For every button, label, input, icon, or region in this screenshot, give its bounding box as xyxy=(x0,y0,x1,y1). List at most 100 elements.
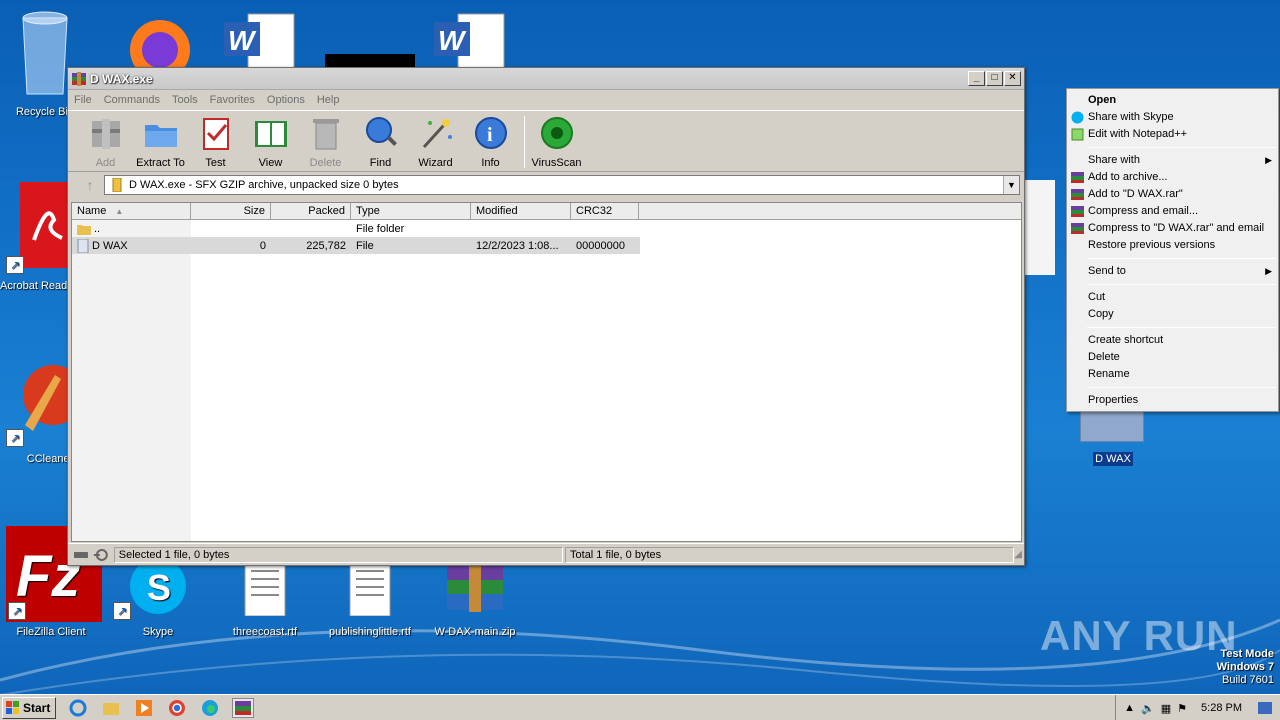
column-size[interactable]: Size xyxy=(191,203,271,219)
clock[interactable]: 5:28 PM xyxy=(1201,702,1242,714)
show-desktop-icon[interactable] xyxy=(1258,702,1272,714)
show-hidden-icons-icon[interactable]: ▲ xyxy=(1124,702,1135,714)
menu-item-delete[interactable]: Delete xyxy=(1067,349,1278,366)
notepadpp-icon xyxy=(1071,128,1084,141)
row-crc-cell: 00000000 xyxy=(576,239,625,252)
edge-icon[interactable] xyxy=(199,698,221,718)
menu-item-restore-previous[interactable]: Restore previous versions xyxy=(1067,237,1278,254)
row-name-cell: .. xyxy=(72,223,191,235)
column-crc32[interactable]: CRC32 xyxy=(571,203,639,219)
menu-item-rename[interactable]: Rename xyxy=(1067,366,1278,383)
menu-item-add-to-archive[interactable]: Add to archive... xyxy=(1067,169,1278,186)
extract-to-label: Extract To xyxy=(136,157,185,169)
menu-item-send-to[interactable]: Send to ▶ xyxy=(1067,263,1278,280)
test-button[interactable]: Test xyxy=(188,111,243,169)
delete-button[interactable]: Delete xyxy=(298,111,353,169)
menu-separator xyxy=(1087,327,1276,328)
title-bar[interactable]: D WAX.exe _ □ ✕ xyxy=(68,68,1024,90)
menu-item-share-with[interactable]: Share with ▶ xyxy=(1067,152,1278,169)
desktop-icon-label: D WAX xyxy=(1093,452,1133,466)
svg-text:S: S xyxy=(147,567,171,608)
up-folder-button[interactable]: ↑ xyxy=(76,177,104,193)
winrar-icon xyxy=(1071,206,1084,217)
address-bar: ↑ D WAX.exe - SFX GZIP archive, unpacked… xyxy=(68,172,1024,198)
minimize-button[interactable]: _ xyxy=(968,71,985,86)
shortcut-arrow-icon: ↗ xyxy=(8,602,26,620)
menu-options[interactable]: Options xyxy=(267,94,305,106)
view-button[interactable]: View xyxy=(243,111,298,169)
menu-item-open[interactable]: Open xyxy=(1067,92,1278,109)
sort-ascending-icon: ▲ xyxy=(115,207,124,216)
menu-item-cut[interactable]: Cut xyxy=(1067,289,1278,306)
start-button[interactable]: Start xyxy=(2,696,56,719)
table-row[interactable]: .. File folder xyxy=(72,220,1021,237)
action-center-flag-icon[interactable]: ⚑ xyxy=(1177,702,1187,715)
wizard-icon xyxy=(422,119,452,149)
menu-item-properties[interactable]: Properties xyxy=(1067,392,1278,409)
menu-separator xyxy=(1087,387,1276,388)
desktop-icon-label: FileZilla Client xyxy=(16,626,86,638)
address-field[interactable]: D WAX.exe - SFX GZIP archive, unpacked s… xyxy=(104,175,1020,195)
desktop-icon-skype[interactable]: S ↗ Skype xyxy=(113,556,203,638)
column-type[interactable]: Type xyxy=(351,203,471,219)
internet-explorer-icon[interactable] xyxy=(67,698,89,718)
address-dropdown-button[interactable]: ▼ xyxy=(1003,176,1019,194)
desktop-icon-publishinglittle[interactable]: publishinglittle.rtf xyxy=(325,559,415,638)
file-icon xyxy=(1080,410,1144,442)
extract-to-button[interactable]: Extract To xyxy=(133,111,188,169)
desktop-icon-label: W-DAX-main.zip xyxy=(434,626,516,638)
status-total: Total 1 file, 0 bytes xyxy=(565,546,1015,563)
test-label: Test xyxy=(205,157,226,169)
desktop-icon-wdax-zip[interactable]: W-DAX-main.zip xyxy=(430,560,520,638)
network-icon[interactable]: ▦ xyxy=(1161,702,1171,715)
winrar-app-icon xyxy=(72,71,86,86)
recycle-bin-icon xyxy=(22,11,68,95)
menu-help[interactable]: Help xyxy=(317,94,340,106)
add-button[interactable]: Add xyxy=(78,111,133,169)
column-packed[interactable]: Packed xyxy=(271,203,351,219)
virusscan-button[interactable]: VirusScan xyxy=(529,111,584,169)
close-button[interactable]: ✕ xyxy=(1004,71,1021,86)
column-modified[interactable]: Modified xyxy=(471,203,571,219)
maximize-button[interactable]: □ xyxy=(986,71,1003,86)
menu-item-edit-notepadpp[interactable]: Edit with Notepad++ xyxy=(1067,126,1278,143)
word-icon[interactable]: W xyxy=(432,12,508,68)
menu-favorites[interactable]: Favorites xyxy=(210,94,255,106)
firefox-icon[interactable] xyxy=(116,10,204,70)
anyrun-watermark: ANY RUN xyxy=(1040,612,1238,659)
toolbar-separator xyxy=(524,116,525,168)
test-mode-text: Test Mode xyxy=(1220,648,1274,660)
menu-file[interactable]: File xyxy=(74,94,92,106)
menu-item-add-to-rar[interactable]: Add to "D WAX.rar" xyxy=(1067,186,1278,203)
winrar-taskbar-icon[interactable] xyxy=(232,697,254,718)
media-player-icon[interactable] xyxy=(133,698,155,718)
menu-item-compress-rar-email[interactable]: Compress to "D WAX.rar" and email xyxy=(1067,220,1278,237)
menu-commands[interactable]: Commands xyxy=(104,94,160,106)
find-icon xyxy=(365,117,397,146)
info-button[interactable]: i Info xyxy=(463,111,518,169)
find-button[interactable]: Find xyxy=(353,111,408,169)
chrome-icon[interactable] xyxy=(166,698,188,718)
word-icon[interactable]: W xyxy=(222,12,298,68)
delete-label: Delete xyxy=(309,157,342,169)
desktop-icon-threecoast[interactable]: threecoast.rtf xyxy=(220,559,310,638)
menu-tools[interactable]: Tools xyxy=(172,94,198,106)
menu-separator xyxy=(1087,258,1276,259)
add-label: Add xyxy=(95,157,116,169)
file-icon xyxy=(77,238,89,253)
menu-item-create-shortcut[interactable]: Create shortcut xyxy=(1067,332,1278,349)
desktop-icon-d-wax[interactable]: D WAX xyxy=(1075,410,1151,466)
explorer-icon[interactable] xyxy=(100,698,122,718)
resize-grip-icon[interactable]: ◢ xyxy=(1014,549,1022,560)
menu-item-compress-email[interactable]: Compress and email... xyxy=(1067,203,1278,220)
submenu-arrow-icon: ▶ xyxy=(1265,155,1272,165)
row-type-cell: File xyxy=(356,239,374,252)
menu-item-copy[interactable]: Copy xyxy=(1067,306,1278,323)
column-name[interactable]: Name ▲ xyxy=(72,203,191,219)
wizard-button[interactable]: Wizard xyxy=(408,111,463,169)
table-row[interactable]: D WAX 0 225,782 File 12/2/2023 1:08... 0… xyxy=(72,237,640,254)
volume-icon[interactable]: 🔈 xyxy=(1141,702,1155,715)
wizard-label: Wizard xyxy=(418,157,453,169)
winrar-archive-icon xyxy=(447,560,503,612)
menu-item-share-with-skype[interactable]: Share with Skype xyxy=(1067,109,1278,126)
